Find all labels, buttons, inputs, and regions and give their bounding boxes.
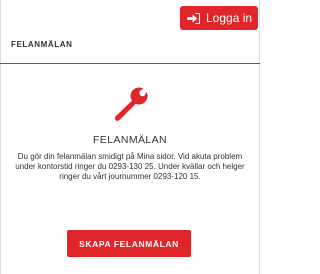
login-button[interactable]: Logga in xyxy=(180,6,258,30)
section-heading: FELANMÄLAN xyxy=(92,134,168,146)
description-text: Du gör din felanmälan smidigt på Mina si… xyxy=(15,152,245,182)
login-label: Logga in xyxy=(206,11,253,25)
sign-in-icon xyxy=(187,12,200,24)
wrench-icon xyxy=(114,87,149,121)
page-title: FELANMÄLAN xyxy=(11,40,73,49)
create-report-button[interactable]: SKAPA FELANMÄLAN xyxy=(67,230,191,257)
header-divider xyxy=(0,63,260,64)
